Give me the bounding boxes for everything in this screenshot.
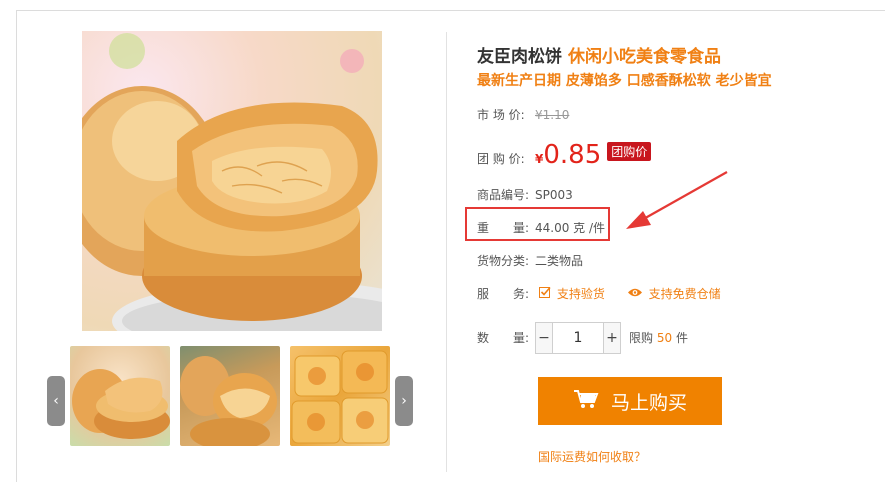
quantity-minus-button[interactable]: − — [536, 323, 553, 353]
service-inspection-label: 支持验货 — [556, 287, 605, 301]
group-price-number: 0.85 — [543, 140, 602, 170]
thumbnail-3[interactable] — [290, 346, 390, 446]
product-title: 友臣肉松饼 休闲小吃美食零食品 — [477, 42, 721, 67]
service-row: 服 务: 支持验货 支持免费仓储 — [477, 285, 739, 302]
quantity-label: 数 量: — [477, 330, 530, 345]
sku-row: 商品编号: SP003 — [477, 186, 573, 203]
product-tagline: 最新生产日期 皮薄馅多 口感香酥松软 老少皆宜 — [477, 73, 772, 89]
group-price-row: 团 购 价: ¥0.85 团购价 — [477, 140, 652, 170]
thumbnail-1[interactable] — [70, 346, 170, 446]
market-price-row: 市 场 价: ¥1.10 — [477, 106, 569, 123]
checkbox-icon — [538, 286, 551, 301]
sku-value: SP003 — [535, 188, 573, 202]
group-price-label: 团 购 价: — [477, 152, 525, 166]
quantity-plus-button[interactable]: + — [603, 323, 620, 353]
category-value: 二类物品 — [535, 254, 584, 268]
limit-unit: 件 — [675, 330, 688, 345]
chevron-right-icon: › — [401, 393, 407, 409]
quantity-row: 数 量:−+限购 50 件 — [477, 322, 688, 354]
chevron-left-icon: ‹ — [53, 393, 59, 409]
limit-value: 50 — [656, 330, 673, 345]
quantity-input[interactable] — [553, 323, 603, 353]
service-storage: 支持免费仓储 — [627, 287, 721, 301]
market-price-value: ¥1.10 — [535, 108, 570, 122]
quantity-stepper: −+ — [535, 322, 621, 354]
limit-prefix: 限购 — [629, 330, 654, 345]
purchase-limit: 限购 50 件 — [629, 331, 688, 345]
product-name-suffix: 休闲小吃美食零食品 — [568, 47, 721, 67]
panel-divider — [446, 32, 447, 472]
group-price-value: ¥0.85 — [535, 140, 601, 170]
sku-label: 商品编号: — [477, 188, 530, 202]
buy-now-label: 马上购买 — [610, 391, 687, 414]
eye-icon — [627, 287, 643, 301]
group-price-badge: 团购价 — [607, 142, 652, 161]
shipping-fee-link[interactable]: 国际运费如何收取？ — [538, 448, 646, 465]
gallery-prev-button[interactable]: ‹ — [47, 376, 65, 426]
category-row: 货物分类: 二类物品 — [477, 252, 583, 269]
buy-now-button[interactable]: 马上购买 — [538, 377, 722, 425]
category-label: 货物分类: — [477, 254, 530, 268]
cart-icon — [573, 389, 599, 414]
service-label: 服 务: — [477, 287, 530, 301]
thumbnail-2[interactable] — [180, 346, 280, 446]
weight-highlight-box — [465, 207, 610, 241]
gallery-next-button[interactable]: › — [395, 376, 413, 426]
market-price-label: 市 场 价: — [477, 108, 525, 122]
main-product-image — [82, 31, 382, 331]
product-name: 友臣肉松饼 — [477, 47, 562, 67]
service-inspection: 支持验货 — [538, 286, 609, 301]
service-storage-label: 支持免费仓储 — [648, 287, 721, 301]
